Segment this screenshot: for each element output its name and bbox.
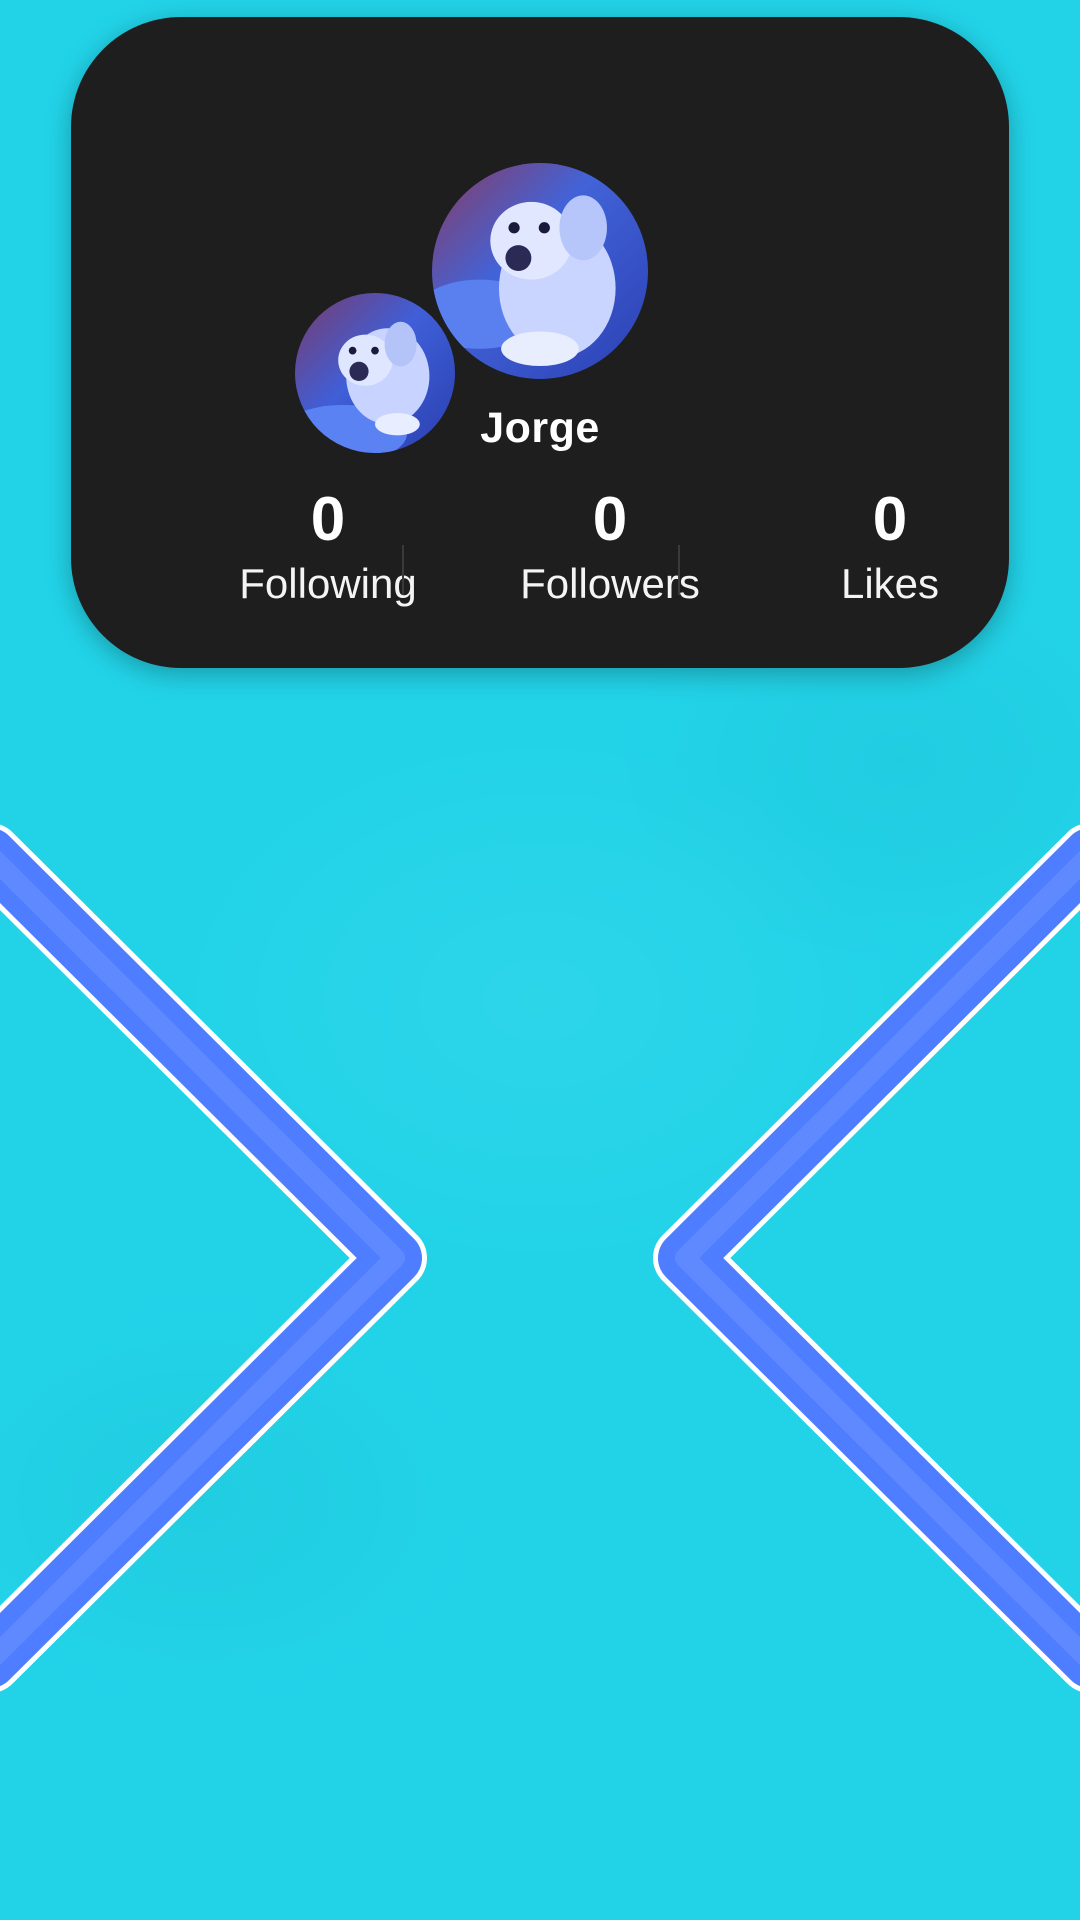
primary-avatar[interactable] — [432, 163, 648, 379]
stats-row: 0 Following 0 Followers 0 Likes — [71, 485, 1009, 635]
username: Jorge — [480, 404, 600, 452]
stat-divider — [678, 545, 680, 595]
stat-following[interactable]: 0 Following — [188, 485, 468, 609]
stat-likes[interactable]: 0 Likes — [750, 485, 1030, 609]
likes-label: Likes — [840, 560, 940, 607]
stat-followers[interactable]: 0 Followers — [470, 485, 750, 609]
profile-card: Jorge 0 Following 0 Followers 0 Likes — [71, 17, 1009, 668]
following-label: Following — [239, 560, 417, 607]
stat-divider — [402, 545, 404, 595]
followers-label: Followers — [520, 560, 700, 607]
followers-count: 0 — [592, 485, 628, 554]
likes-count: 0 — [872, 485, 908, 554]
dog-photo-icon — [432, 163, 648, 379]
following-count: 0 — [310, 485, 346, 554]
